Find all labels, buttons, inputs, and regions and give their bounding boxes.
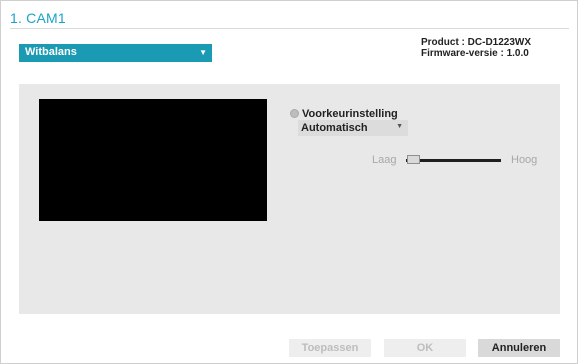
product-model: Product : DC-D1223WX [421,37,532,48]
radio-icon[interactable] [290,108,299,118]
slider-high-label: Hoog [511,154,538,166]
settings-window: 1. CAM1 Witbalans ▼ Product : DC-D1223WX… [0,0,578,364]
preset-label: Voorkeurinstelling [302,108,398,120]
slider-track[interactable] [406,159,501,162]
apply-button[interactable]: Toepassen [289,339,371,357]
title-divider [10,28,569,29]
slider-thumb[interactable] [406,155,420,164]
chevron-down-icon: ▼ [199,48,207,57]
settings-panel: Voorkeurinstelling Automatisch ▼ Laag Ho… [19,84,560,314]
ok-button[interactable]: OK [384,339,466,357]
camera-preview [39,99,267,221]
preset-radio[interactable]: Voorkeurinstelling [290,108,398,120]
chevron-down-icon: ▼ [396,123,403,130]
preset-value: Automatisch [301,122,368,134]
setting-category-value: Witbalans [25,46,77,58]
cancel-button[interactable]: Annuleren [478,339,560,357]
firmware-version: Firmware-versie : 1.0.0 [421,48,529,59]
product-info: Product : DC-D1223WX Firmware-versie : 1… [421,37,531,59]
preset-select[interactable]: Automatisch ▼ [298,120,408,136]
setting-category-select[interactable]: Witbalans ▼ [19,44,212,62]
slider-low-label: Laag [372,154,397,166]
page-title: 1. CAM1 [10,10,66,26]
